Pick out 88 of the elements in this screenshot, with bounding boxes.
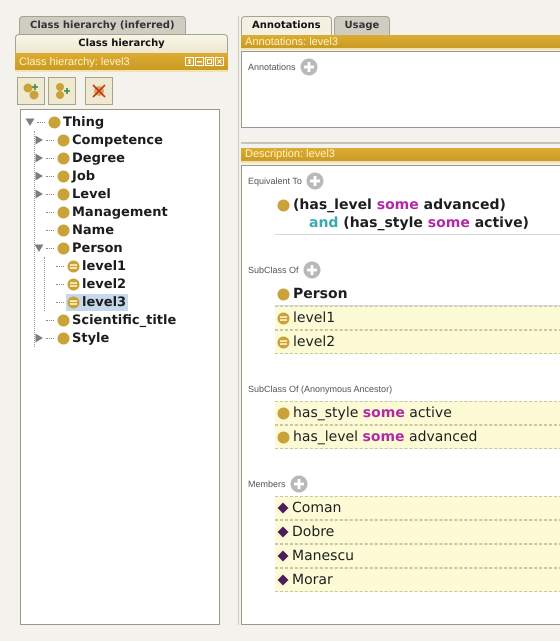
crossed-class-icon <box>90 82 108 100</box>
tree-item[interactable]: Thing <box>47 114 106 130</box>
class-expression: Person <box>293 285 348 303</box>
add-icon[interactable] <box>290 475 308 493</box>
class-icon <box>57 332 70 344</box>
inferred-entry-row[interactable]: has_level some advanced <box>275 425 560 449</box>
collapse-triangle-icon[interactable] <box>34 243 44 253</box>
section-label: Members <box>248 479 286 489</box>
tree-item[interactable]: Person <box>56 240 125 256</box>
class-expression: (has_level some advanced) and (has_style some active) <box>293 196 529 232</box>
class-icon <box>57 314 70 326</box>
delete-class-button[interactable] <box>85 77 113 105</box>
tree-item[interactable]: Name <box>56 222 116 238</box>
expand-triangle-icon[interactable] <box>34 171 44 181</box>
tree-item[interactable]: Style <box>56 330 112 346</box>
inferred-entry-row[interactable]: Coman <box>275 496 560 520</box>
tree-item[interactable]: Degree <box>56 150 127 166</box>
section-label: Annotations <box>248 62 296 72</box>
add-subclass-button[interactable] <box>17 77 45 105</box>
class-expression: has_level some advanced <box>293 428 478 446</box>
tree-item[interactable]: Competence <box>56 132 165 148</box>
individual-icon <box>277 502 289 514</box>
class-icon <box>57 206 70 218</box>
view-title: Class hierarchy: level3 <box>19 56 130 68</box>
individual-icon <box>277 526 289 538</box>
view-title: Description: level3 <box>245 148 335 160</box>
class-icon <box>277 431 290 444</box>
tab[interactable]: Usage <box>334 16 390 35</box>
inferred-entry-row[interactable]: Manescu <box>275 544 560 568</box>
inferred-entry-row[interactable]: has_style some active <box>275 401 560 425</box>
asserted-entry-row[interactable]: (has_level some advanced) and (has_style some active) <box>275 193 560 235</box>
class-expression: Dobre <box>292 523 334 541</box>
expand-triangle-icon[interactable] <box>34 135 44 145</box>
class-expression: has_style some active <box>293 404 452 422</box>
class-icon <box>57 242 70 254</box>
tree-item[interactable]: level1 <box>66 258 128 274</box>
view-title: Annotations: level3 <box>245 36 338 48</box>
defined-class-icon <box>67 278 80 290</box>
view-info-icon[interactable] <box>185 57 194 66</box>
add-icon[interactable] <box>302 261 321 279</box>
tree-item[interactable]: Level <box>56 186 113 202</box>
tree-item[interactable]: Scientific_title <box>56 312 178 328</box>
inferred-entry-row[interactable]: level2 <box>275 330 560 354</box>
inferred-entry-row[interactable]: Morar <box>275 568 560 592</box>
class-icon <box>48 116 61 128</box>
defined-class-icon <box>67 260 80 272</box>
tab[interactable]: Class hierarchy (inferred) <box>19 16 186 35</box>
tree-item[interactable]: Job <box>56 168 98 184</box>
minimize-icon[interactable] <box>195 57 204 66</box>
expand-triangle-icon[interactable] <box>34 333 44 343</box>
close-icon[interactable] <box>215 57 224 66</box>
defined-class-icon <box>277 312 290 325</box>
defined-class-icon <box>67 296 80 308</box>
tree-item[interactable]: Management <box>56 204 170 220</box>
individual-icon <box>277 574 289 586</box>
class-icon <box>277 288 290 301</box>
collapse-triangle-icon[interactable] <box>25 117 35 127</box>
class-expression: Manescu <box>292 547 354 565</box>
inferred-entry-row[interactable]: Dobre <box>275 520 560 544</box>
expand-triangle-icon[interactable] <box>34 153 44 163</box>
tab[interactable]: Class hierarchy <box>15 34 228 53</box>
inferred-entry-row[interactable]: level1 <box>275 306 560 330</box>
class-icon <box>57 152 70 164</box>
class-expression: level2 <box>293 333 336 351</box>
class-expression: Morar <box>292 571 333 589</box>
classes-plus-icon <box>53 82 71 100</box>
maximize-icon[interactable] <box>205 57 214 66</box>
class-icon <box>277 407 290 420</box>
section-label: SubClass Of <box>248 265 299 275</box>
tree-item[interactable]: level2 <box>66 276 128 292</box>
class-expression: Coman <box>292 499 342 517</box>
class-icon <box>57 134 70 146</box>
section-label: SubClass Of (Anonymous Ancestor) <box>248 384 392 394</box>
add-icon[interactable] <box>300 58 318 76</box>
individual-icon <box>277 550 289 562</box>
class-icon <box>57 170 70 182</box>
tab[interactable]: Annotations <box>241 16 332 35</box>
class-expression: level1 <box>293 309 336 327</box>
defined-class-icon <box>277 336 290 349</box>
add-icon[interactable] <box>306 172 324 190</box>
class-icon <box>277 199 290 212</box>
class-icon <box>57 188 70 200</box>
expand-triangle-icon[interactable] <box>34 189 44 199</box>
classes-plus-icon <box>22 82 40 100</box>
add-sibling-button[interactable] <box>48 77 76 105</box>
section-label: Equivalent To <box>248 176 302 186</box>
tree-item[interactable]: level3 <box>66 294 128 310</box>
class-icon <box>57 224 70 236</box>
